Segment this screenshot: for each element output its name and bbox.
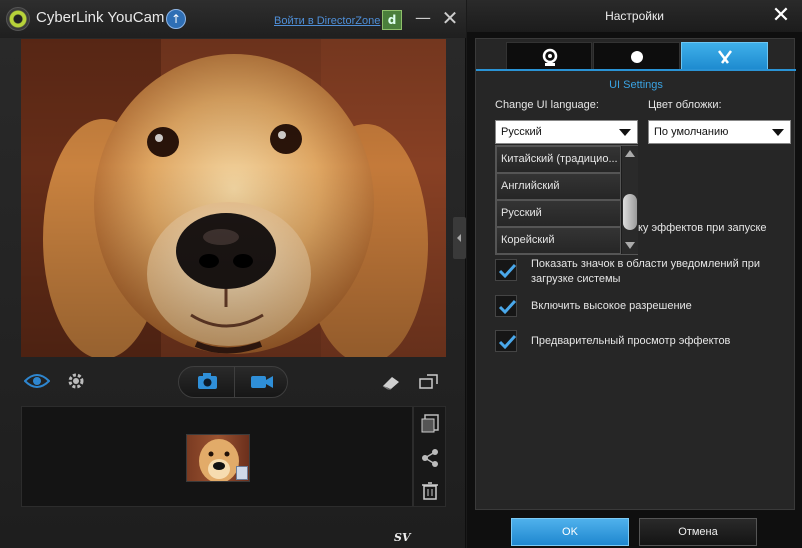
checkbox-tray-icon[interactable] (495, 259, 517, 281)
media-library (21, 406, 413, 507)
video-camera-icon[interactable] (235, 367, 289, 397)
checkmark-icon (498, 263, 517, 279)
settings-close-button[interactable]: ✕ (769, 4, 793, 28)
ok-button[interactable]: OK (511, 518, 629, 546)
tab-capture[interactable] (593, 42, 680, 70)
control-bar (0, 360, 466, 404)
language-dropdown-list: Китайский (традицио... Английский Русски… (495, 145, 638, 255)
skin-select[interactable]: По умолчанию (648, 120, 791, 144)
watermark-label: SV (394, 531, 411, 544)
eye-icon[interactable] (23, 372, 51, 390)
scroll-down-arrow-icon[interactable] (625, 242, 635, 249)
update-arrow-icon[interactable]: ↑ (166, 9, 186, 29)
video-file-icon (236, 466, 248, 480)
checkbox-effects-preview-label: Предварительный просмотр эффектов (531, 335, 731, 347)
record-dot-icon (631, 51, 643, 63)
checkmark-icon (498, 334, 517, 350)
settings-titlebar[interactable]: Настройки ✕ (467, 0, 802, 32)
tab-ui-settings[interactable] (681, 42, 768, 70)
tab-camera[interactable] (506, 42, 592, 70)
chevron-down-icon (619, 129, 631, 136)
checkbox-high-resolution[interactable] (495, 295, 517, 317)
app-title: CyberLink YouCam (36, 9, 165, 26)
cancel-button[interactable]: Отмена (639, 518, 757, 546)
resize-window-icon[interactable] (418, 372, 440, 392)
checkbox-high-resolution-label: Включить высокое разрешение (531, 300, 692, 312)
webcam-icon (542, 48, 558, 66)
tools-icon (718, 50, 732, 64)
library-toolbar (413, 406, 446, 507)
scrollbar-thumb[interactable] (623, 194, 637, 230)
skin-color-label: Цвет обложки: (648, 99, 722, 111)
gear-icon[interactable] (66, 371, 86, 391)
settings-title: Настройки (605, 9, 664, 23)
section-title: UI Settings (609, 79, 663, 91)
settings-dialog: Настройки ✕ UI Settings Change UI langua… (467, 0, 802, 548)
language-option[interactable]: Русский (496, 200, 621, 227)
directorzone-icon[interactable]: d (382, 10, 402, 30)
scroll-up-arrow-icon[interactable] (625, 150, 635, 157)
youcam-window: CyberLink YouCam ↑ Войти в DirectorZone … (0, 0, 466, 548)
checkmark-icon (498, 299, 517, 315)
language-select-value: Русский (501, 126, 542, 138)
partially-hidden-option-label: ку эффектов при запуске (638, 222, 767, 234)
video-thumbnail[interactable] (186, 434, 250, 482)
minimize-button[interactable]: — (414, 10, 432, 28)
import-image-icon[interactable] (419, 413, 441, 435)
checkbox-effects-preview[interactable] (495, 330, 517, 352)
panel-collapse-handle[interactable] (453, 217, 466, 259)
capture-mode-group (178, 366, 288, 398)
language-option[interactable]: Китайский (традицио... (496, 146, 621, 173)
share-icon[interactable] (419, 447, 441, 469)
youcam-titlebar[interactable]: CyberLink YouCam ↑ Войти в DirectorZone … (0, 0, 466, 38)
trash-icon[interactable] (419, 480, 441, 502)
settings-tabs (506, 42, 768, 70)
settings-panel: UI Settings Change UI language: Цвет обл… (475, 38, 796, 510)
camera-icon[interactable] (179, 367, 235, 397)
dropdown-scrollbar[interactable] (622, 146, 638, 254)
directorzone-login-link[interactable]: Войти в DirectorZone (274, 15, 380, 27)
checkbox-tray-icon-label: Показать значок в области уведомлений пр… (531, 258, 760, 285)
language-select[interactable]: Русский (495, 120, 638, 144)
language-option[interactable]: Английский (496, 173, 621, 200)
camera-preview (21, 39, 446, 357)
youcam-logo-icon (6, 7, 30, 31)
language-label: Change UI language: (495, 99, 599, 111)
language-option[interactable]: Корейский (496, 227, 621, 254)
chevron-down-icon (772, 129, 784, 136)
close-button[interactable]: ✕ (440, 8, 460, 28)
eraser-icon[interactable] (380, 372, 402, 392)
skin-select-value: По умолчанию (654, 126, 729, 138)
